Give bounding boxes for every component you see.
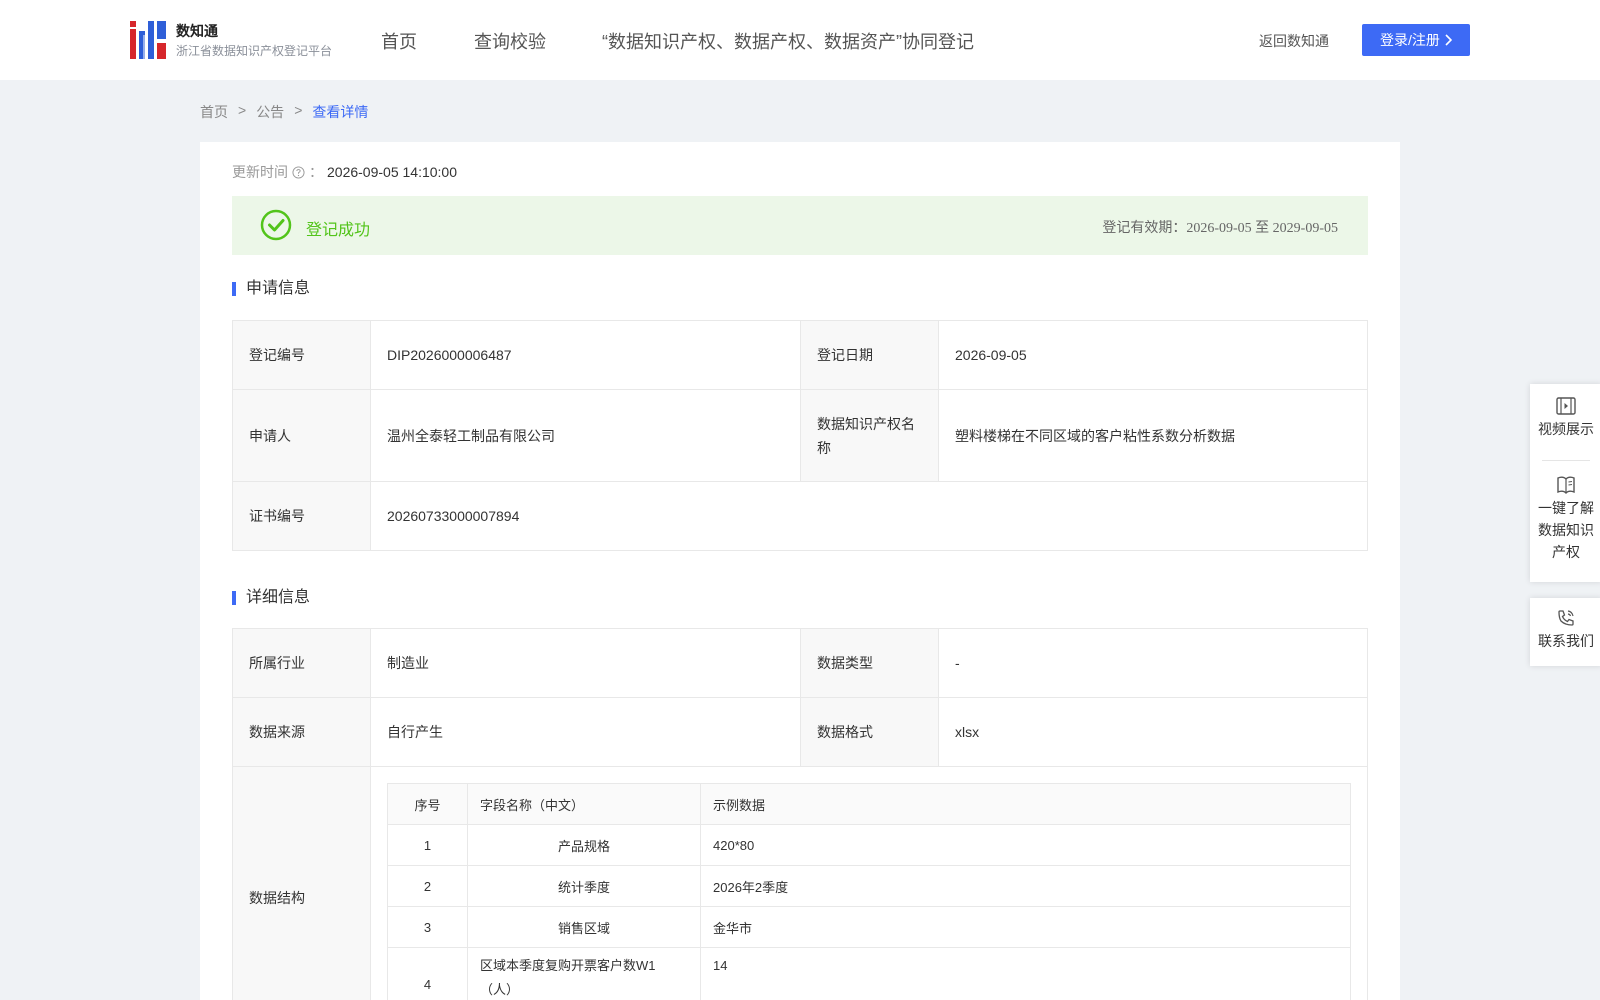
update-time-line: 更新时间 ： 2026-09-05 14:10:00 [232, 162, 457, 182]
field-name: 区域本季度复购开票客户数W1（人） [467, 947, 701, 1000]
table-row: 申请人 温州全泰轻工制品有限公司 数据知识产权名称 塑料楼梯在不同区域的客户粘性… [232, 389, 1368, 482]
breadcrumb-current: 查看详情 [312, 104, 369, 120]
field-name: 产品规格 [467, 824, 701, 866]
field-sample: 金华市 [700, 906, 1351, 948]
detail-card: 更新时间 ： 2026-09-05 14:10:00 登记成功 登记有效期：20… [200, 142, 1400, 1000]
question-circle-icon[interactable] [292, 165, 305, 179]
section-title-application-text: 申请信息 [246, 280, 311, 297]
login-register-label: 登录/注册 [1380, 32, 1440, 48]
field-index: 1 [387, 824, 468, 866]
data-format-label: 数据格式 [800, 697, 939, 767]
breadcrumb-separator: > [238, 102, 247, 118]
video-showcase-label: 视频展示 [1538, 421, 1594, 437]
field-index: 2 [387, 865, 468, 907]
table-row: 证书编号 20260733000007894 [232, 481, 1368, 551]
contact-us-label: 联系我们 [1538, 633, 1594, 649]
check-circle-icon [260, 209, 292, 241]
breadcrumb-home[interactable]: 首页 [200, 102, 228, 122]
section-title-detail-text: 详细信息 [246, 589, 311, 606]
breadcrumb: 首页 > 公告 > 查看详情 [200, 102, 368, 122]
section-title-application: 申请信息 [232, 280, 311, 297]
book-icon [1557, 476, 1575, 494]
learn-ip-label: 一键了解数据知识产权 [1538, 500, 1594, 560]
industry-label: 所属行业 [232, 628, 371, 698]
logo-subtitle: 浙江省数据知识产权登记平台 [176, 44, 333, 58]
data-format-value: xlsx [938, 697, 1368, 767]
video-showcase-button[interactable]: 视频展示 [1530, 384, 1600, 460]
table-header-row: 序号 字段名称（中文） 示例数据 [387, 783, 1351, 825]
data-structure-cell: 序号 字段名称（中文） 示例数据 1 产品规格 420*80 2 统计季度 20… [370, 766, 1368, 1000]
login-register-button[interactable]: 登录/注册 [1362, 24, 1470, 56]
column-header-field-name: 字段名称（中文） [467, 783, 701, 825]
field-index: 3 [387, 906, 468, 948]
applicant-label: 申请人 [232, 389, 371, 482]
application-info-table: 登记编号 DIP2026000006487 登记日期 2026-09-05 申请… [232, 320, 1368, 551]
applicant-value: 温州全泰轻工制品有限公司 [370, 389, 801, 482]
reg-no-value: DIP2026000006487 [370, 320, 801, 390]
registration-status-bar: 登记成功 登记有效期：2026-09-05 至 2029-09-05 [232, 196, 1368, 255]
reg-date-label: 登记日期 [800, 320, 939, 390]
field-name: 统计季度 [467, 865, 701, 907]
ip-name-label: 数据知识产权名称 [800, 389, 939, 482]
table-row: 1 产品规格 420*80 [387, 824, 1351, 866]
chevron-right-icon [1445, 34, 1452, 46]
field-sample: 14 [700, 947, 1351, 1000]
table-row: 2 统计季度 2026年2季度 [387, 865, 1351, 907]
field-name: 销售区域 [467, 906, 701, 948]
floating-help-panel: 视频展示 一键了解数据知识产权 [1530, 384, 1600, 582]
data-type-value: - [938, 628, 1368, 698]
data-source-value: 自行产生 [370, 697, 801, 767]
ip-name-value: 塑料楼梯在不同区域的客户粘性系数分析数据 [938, 389, 1368, 482]
update-time-value: 2026-09-05 14:10:00 [327, 164, 457, 180]
reg-no-label: 登记编号 [232, 320, 371, 390]
table-row: 3 销售区域 金华市 [387, 906, 1351, 948]
column-header-index: 序号 [387, 783, 468, 825]
validity-period: 登记有效期：2026-09-05 至 2029-09-05 [1102, 221, 1338, 236]
field-sample: 420*80 [700, 824, 1351, 866]
field-index: 4 [387, 947, 468, 1000]
table-row: 数据结构 序号 字段名称（中文） 示例数据 1 产品规格 420*80 2 统计… [232, 766, 1368, 1000]
field-structure-table: 序号 字段名称（中文） 示例数据 1 产品规格 420*80 2 统计季度 20… [387, 783, 1351, 1000]
detail-info-table: 所属行业 制造业 数据类型 - 数据来源 自行产生 数据格式 xlsx 数据结构… [232, 628, 1368, 1000]
back-to-shuzhitong-link[interactable]: 返回数知通 [1259, 31, 1329, 51]
table-row: 所属行业 制造业 数据类型 - [232, 628, 1368, 698]
cert-no-label: 证书编号 [232, 481, 371, 551]
status-text: 登记成功 [306, 222, 371, 239]
table-row: 登记编号 DIP2026000006487 登记日期 2026-09-05 [232, 320, 1368, 390]
contact-panel: 联系我们 [1530, 598, 1600, 666]
phone-icon [1558, 610, 1574, 626]
nav-home[interactable]: 首页 [381, 28, 417, 54]
contact-us-button[interactable]: 联系我们 [1530, 598, 1600, 652]
data-source-label: 数据来源 [232, 697, 371, 767]
breadcrumb-separator: > [294, 102, 303, 118]
top-header: 数知通 浙江省数据知识产权登记平台 首页 查询校验 “数据知识产权、数据产权、数… [0, 0, 1600, 80]
column-header-sample: 示例数据 [700, 783, 1351, 825]
logo-title: 数知通 [176, 23, 218, 39]
table-row: 4 区域本季度复购开票客户数W1（人） 14 [387, 947, 1351, 1000]
table-row: 数据来源 自行产生 数据格式 xlsx [232, 697, 1368, 767]
shuzhitong-logo[interactable] [130, 21, 166, 59]
data-type-label: 数据类型 [800, 628, 939, 698]
industry-value: 制造业 [370, 628, 801, 698]
nav-query-verify[interactable]: 查询校验 [474, 28, 546, 54]
nav-collaborative-registration[interactable]: “数据知识产权、数据产权、数据资产”协同登记 [602, 28, 974, 54]
learn-ip-button[interactable]: 一键了解数据知识产权 [1530, 461, 1600, 563]
section-title-detail: 详细信息 [232, 589, 311, 606]
update-time-label: 更新时间 [232, 164, 288, 180]
field-sample: 2026年2季度 [700, 865, 1351, 907]
breadcrumb-notice[interactable]: 公告 [256, 102, 284, 122]
reg-date-value: 2026-09-05 [938, 320, 1368, 390]
update-time-colon: ： [309, 164, 323, 180]
data-structure-label: 数据结构 [232, 766, 371, 1000]
video-icon [1556, 397, 1576, 415]
cert-no-value: 20260733000007894 [370, 481, 1368, 551]
